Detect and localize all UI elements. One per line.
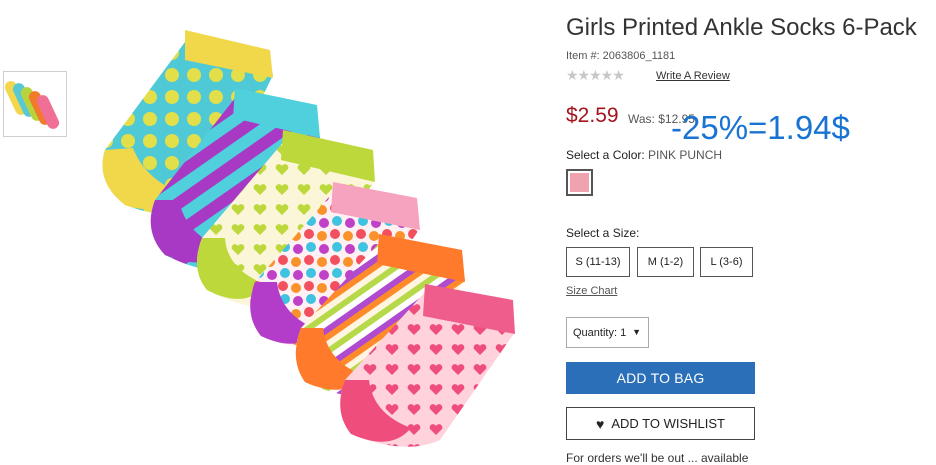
swatch-fill [570, 173, 589, 192]
quantity-value: Quantity: 1 [573, 326, 627, 339]
wishlist-label: ADD TO WISHLIST [611, 416, 725, 431]
color-label-text: Select a Color: [566, 148, 645, 162]
item-number: Item #: 2063806_1181 [566, 50, 676, 62]
size-button-l[interactable]: L (3-6) [700, 247, 753, 277]
heart-icon: ♥ [596, 415, 605, 432]
product-thumbnail[interactable] [3, 71, 67, 137]
thumbnail-image [4, 81, 60, 129]
size-button-m[interactable]: M (1-2) [637, 247, 694, 277]
size-chart-link[interactable]: Size Chart [566, 285, 617, 297]
footer-note: For orders we'll be out ... available [566, 451, 749, 465]
product-title: Girls Printed Ankle Socks 6-Pack [566, 14, 917, 41]
sale-price: $2.59 [566, 104, 619, 127]
quantity-select[interactable]: Quantity: 1 ▼ [566, 317, 649, 348]
color-swatch-pink-punch[interactable] [566, 169, 593, 196]
write-review-link[interactable]: Write A Review [656, 70, 730, 82]
add-to-bag-button[interactable]: ADD TO BAG [566, 362, 755, 394]
add-to-wishlist-button[interactable]: ♥ ADD TO WISHLIST [566, 407, 755, 440]
selected-color-value: PINK PUNCH [648, 148, 723, 162]
size-button-s[interactable]: S (11-13) [566, 247, 630, 277]
dropdown-caret-icon: ▼ [632, 327, 641, 337]
discount-annotation: -25%=1.94$ [671, 109, 850, 146]
rating-stars: ★★★★★ [566, 67, 625, 83]
product-image [95, 20, 525, 458]
size-label: Select a Size: [566, 226, 640, 240]
color-label: Select a Color: PINK PUNCH [566, 148, 722, 162]
